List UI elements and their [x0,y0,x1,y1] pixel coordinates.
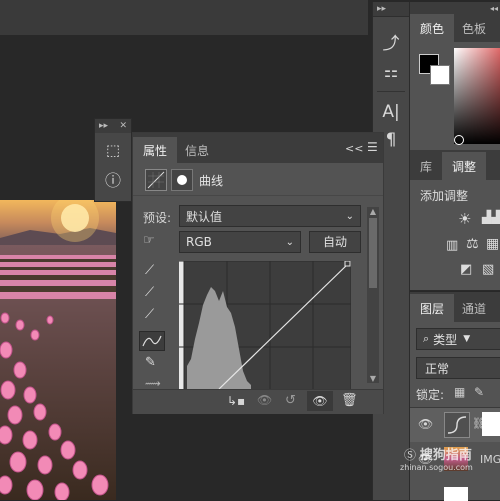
panel-menu-icon[interactable]: ☰ [367,140,378,154]
tab-color[interactable]: 颜色 [410,14,455,42]
blend-mode-value: 正常 [425,361,450,376]
eyedropper-white-icon[interactable]: ⟋ [145,307,154,322]
visibility-icon[interactable]: 👁 [418,417,433,431]
watermark-logo-icon: Ⓢ [404,448,417,462]
tab-properties[interactable]: 属性 [133,137,178,163]
search-icon: ⌕ [423,332,430,345]
levels-icon[interactable]: ▟▟ [482,210,500,224]
tab-swatches[interactable]: 色板 [454,14,494,42]
chevron-down-icon: ⌄ [345,210,354,222]
text-icon[interactable]: A| [373,102,409,122]
curve-icon [142,335,162,347]
pencil-icon[interactable]: ✎ [145,355,156,370]
cube-icon[interactable]: ⬚ [95,141,131,159]
watermark: Ⓢ 搜狗指南 zhinan.sogou.com [400,444,484,472]
background-color[interactable] [430,65,450,85]
layer-mask-thumbnail[interactable] [482,412,500,436]
adjustments-panel: 库 调整 添加调整 ☀ ▟▟ ▥ ⚖ ▦ ◩ ▧ [410,150,500,291]
invert-icon[interactable]: ◩ [460,262,472,277]
collapse-icon[interactable]: ◂◂ [490,4,498,13]
tab-adjustments[interactable]: 调整 [442,152,487,180]
curves-adjustment-icon[interactable] [145,169,167,191]
target-adjust-icon[interactable]: ☞ [143,233,155,248]
lock-transparent-icon[interactable]: ▦ [454,385,465,399]
clone-source-icon[interactable]: ⚏ [373,62,409,81]
curves-graph[interactable] [179,261,351,389]
properties-icon-strip: ▸▸ ✕ ⬚ ⓘ [94,118,132,202]
color-picker-marker [454,135,464,145]
brush-settings-icon[interactable]: ⤴ [373,29,409,54]
tab-info[interactable]: 信息 [181,137,213,163]
view-previous-icon[interactable]: 👁 [257,393,272,407]
curve-point-tool[interactable] [139,331,165,351]
color-panel: ◂◂ 颜色 色板 [410,2,500,151]
preset-label: 预设: [143,211,172,225]
photo-image [0,200,116,500]
clip-to-layer-icon[interactable]: ↳▪ [227,394,245,408]
brightness-icon[interactable]: ☀ [458,210,471,228]
chevron-down-icon: ▼ [463,334,471,344]
photo-filter-icon[interactable]: ▦ [486,236,499,252]
collapse-button[interactable]: << [345,142,363,155]
expand-icon[interactable]: ▸▸ [99,121,108,131]
top-strip [0,0,368,36]
watermark-text: 搜狗指南 [419,448,472,463]
eyedropper-gray-icon[interactable]: ⟋ [145,285,154,300]
black-white-icon[interactable]: ▥ [446,238,458,253]
preset-select[interactable]: 默认值 ⌄ [179,205,361,227]
lock-paint-icon[interactable]: ✎ [474,385,484,399]
watermark-url: zhinan.sogou.com [400,463,473,472]
eyedropper-black-icon[interactable]: ⟋ [145,263,154,278]
curve-icon [447,416,467,434]
lock-label: 锁定: [416,388,445,402]
background-layer-thumbnail [444,487,468,501]
histogram [187,287,251,389]
add-adjustment-label: 添加调整 [420,189,469,203]
curve-line [218,262,350,389]
mask-icon[interactable] [171,169,193,191]
layer-row-curves[interactable]: 👁 ⛓ [410,408,500,442]
kind-filter-value: 类型 [433,332,458,347]
tulip-field-illustration [0,200,116,500]
properties-footer: ↳▪ 👁 ↺ 👁 🗑 [133,389,383,414]
properties-scrollbar[interactable]: ▲ ▼ [367,207,379,383]
expand-icon[interactable]: ▸▸ [377,4,386,14]
tab-layers[interactable]: 图层 [410,294,455,322]
visibility-icon[interactable]: 👁 [307,391,333,411]
curves-graph-svg [179,261,351,389]
chevron-down-icon: ⌄ [285,236,294,248]
curve-endpoint[interactable] [344,261,351,267]
preset-value: 默认值 [186,209,223,224]
tab-channels[interactable]: 通道 [454,294,494,322]
curves-layer-thumbnail [444,412,470,438]
reset-icon[interactable]: ↺ [285,393,296,408]
channel-value: RGB [186,235,212,249]
auto-button[interactable]: 自动 [309,231,361,253]
info-icon[interactable]: ⓘ [95,167,131,191]
section-title: 曲线 [199,174,224,188]
channel-select[interactable]: RGB ⌄ [179,231,301,253]
blend-mode-select[interactable]: 正常 [416,357,500,379]
color-balance-icon[interactable]: ⚖ [466,236,479,252]
tab-library[interactable]: 库 [410,152,442,180]
color-picker-field[interactable] [454,48,500,144]
trash-icon[interactable]: 🗑 [341,393,358,408]
properties-panel: 属性 信息 << ☰ 曲线 预设: 默认值 ⌄ ☞ RGB ⌄ 自动 ⟋ ⟋ ⟋… [132,132,384,414]
layer-kind-filter[interactable]: ⌕ 类型 ▼ [416,328,500,350]
close-icon[interactable]: ✕ [119,121,127,131]
gradient-map-icon[interactable]: ▧ [482,262,494,277]
